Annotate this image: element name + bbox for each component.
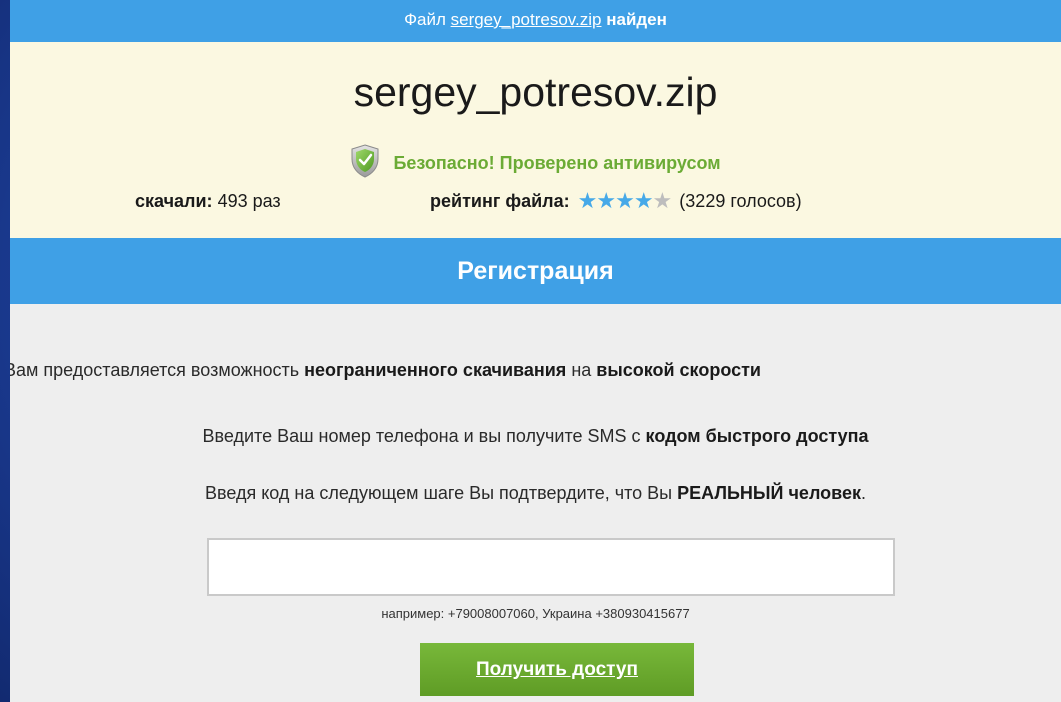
phone-instruction-text: Введите Ваш номер телефона и вы получите… xyxy=(10,424,1061,448)
star-icon[interactable]: ★ xyxy=(634,188,654,214)
phone-format-hint: например: +79008007060, Украина +3809304… xyxy=(381,606,690,621)
phone-instruction-bold: кодом быстрого доступа xyxy=(645,426,869,446)
downloads-value: 493 раз xyxy=(217,191,281,211)
star-icon[interactable]: ★ xyxy=(596,188,616,214)
rating-label: рейтинг файла: xyxy=(430,191,570,211)
downloads-label: скачали: xyxy=(135,191,213,211)
star-icon[interactable]: ★ xyxy=(578,188,598,214)
confirm-human-text: Введя код на следующем шаге Вы подтверди… xyxy=(10,481,1061,505)
confirm-human-part: Введя код на следующем шаге Вы подтверди… xyxy=(204,483,678,503)
star-icon[interactable]: ★ xyxy=(653,188,673,214)
confirm-human-part: . xyxy=(860,483,866,503)
registration-header: Регистрация xyxy=(10,238,1061,304)
offer-text-bold: неограниченного скачивания xyxy=(304,360,567,380)
rating-votes: (3229 голосов) xyxy=(679,191,802,211)
offer-text-part: Вам предоставляется возможность xyxy=(10,360,305,380)
topbar-filename-link[interactable]: sergey_potresov.zip xyxy=(451,10,602,29)
file-title: sergey_potresov.zip xyxy=(353,69,718,115)
topbar-suffix: найден xyxy=(606,10,667,29)
download-page: Файл sergey_potresov.zip найден sergey_p… xyxy=(10,0,1061,702)
safe-status-text: Безопасно! Проверено антивирусом xyxy=(393,152,721,173)
file-found-bar: Файл sergey_potresov.zip найден xyxy=(10,0,1061,42)
get-access-button[interactable]: Получить доступ xyxy=(420,643,694,696)
offer-text: Вам предоставляется возможность неограни… xyxy=(10,358,1055,382)
phone-instruction-part: Введите Ваш номер телефона и вы получите… xyxy=(202,426,646,446)
topbar-prefix: Файл xyxy=(404,10,446,29)
rating-stars[interactable]: ★★★★★ xyxy=(578,188,673,214)
offer-text-part: на xyxy=(566,360,597,380)
shield-check-icon xyxy=(351,144,379,178)
offer-text-bold: высокой скорости xyxy=(596,360,761,380)
downloads-stat: скачали: 493 раз xyxy=(135,188,281,214)
file-info-section: sergey_potresov.zip Безопасно! Проверено… xyxy=(10,42,1061,238)
phone-input[interactable] xyxy=(207,538,895,596)
safe-status: Безопасно! Проверено антивирусом xyxy=(10,144,1061,181)
star-icon[interactable]: ★ xyxy=(615,188,635,214)
rating-stat: рейтинг файла: ★★★★★ (3229 голосов) xyxy=(430,188,802,214)
confirm-human-bold: РЕАЛЬНЫЙ человек xyxy=(677,483,861,503)
